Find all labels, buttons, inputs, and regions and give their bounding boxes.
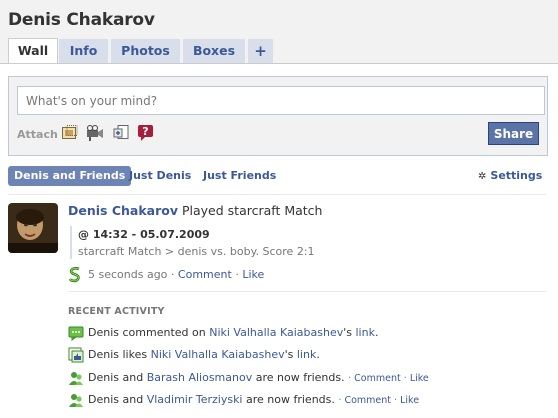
filter-denis-and-friends[interactable]: Denis and Friends <box>8 166 132 186</box>
dot-separator: · <box>170 268 175 281</box>
settings-link[interactable]: ✲ Settings <box>478 166 542 186</box>
story-attachment-body: starcraft Match > denis vs. boby. Score … <box>78 245 315 258</box>
story-meta: 5 seconds ago · Comment · Like <box>68 266 264 284</box>
avatar[interactable] <box>8 203 58 253</box>
question-icon[interactable]: ? <box>137 124 155 142</box>
dot-separator: · <box>403 373 407 384</box>
activity-verb: likes <box>122 348 148 361</box>
activity-object-link[interactable]: link <box>355 326 374 339</box>
activity-target-link[interactable]: Niki Valhalla Kaiabashev <box>209 326 343 339</box>
filter-just-denis[interactable]: Just Denis <box>129 166 191 186</box>
activity-object-link[interactable]: link <box>297 348 316 361</box>
story-action: Played starcraft Match <box>181 203 323 218</box>
activity-text: are now friends. <box>255 371 345 384</box>
dot-separator: · <box>394 395 398 406</box>
activity-possessive: 's <box>343 326 352 339</box>
activity-actions: · Comment · Like <box>338 395 419 406</box>
activity-like-link[interactable]: Like <box>400 395 419 406</box>
video-icon[interactable] <box>86 124 104 142</box>
starcraft-app-icon <box>68 267 80 283</box>
activity-end: . <box>374 326 379 339</box>
story-actor-link[interactable]: Denis Chakarov <box>68 203 178 218</box>
filter-just-friends[interactable]: Just Friends <box>203 166 276 186</box>
activity-possessive: 's <box>284 348 294 361</box>
activity-comment-link[interactable]: Comment <box>344 395 391 406</box>
svg-text:?: ? <box>142 125 148 138</box>
quote-bar <box>70 226 72 259</box>
activity-verb: commented on <box>122 326 206 339</box>
like-icon <box>68 347 84 363</box>
dot-separator: · <box>348 373 352 384</box>
comment-icon <box>68 326 84 341</box>
share-button[interactable]: Share <box>488 122 539 145</box>
activity-actions: · Comment · Like <box>348 373 429 384</box>
story-like-link[interactable]: Like <box>242 268 264 281</box>
tab-boxes[interactable]: Boxes <box>183 39 245 63</box>
link-icon[interactable] <box>112 124 130 142</box>
activity-text: are now friends. <box>246 393 335 406</box>
divider <box>8 194 546 195</box>
story-title: Denis Chakarov Played starcraft Match <box>68 203 322 218</box>
tab-wall[interactable]: Wall <box>8 38 58 64</box>
activity-item: Denis and Barash Aliosmanov are now frie… <box>68 370 429 386</box>
activity-actor: Denis <box>88 371 119 384</box>
activity-verb: and <box>122 371 144 384</box>
activity-item: Denis and Vladimir Terziyski are now fri… <box>68 392 419 408</box>
activity-like-link[interactable]: Like <box>410 373 429 384</box>
tab-info[interactable]: Info <box>59 39 108 63</box>
gear-icon: ✲ <box>478 171 487 182</box>
activity-end: . <box>316 348 320 361</box>
recent-activity-title: RECENT ACTIVITY <box>68 306 165 317</box>
profile-name: Denis Chakarov <box>8 10 155 30</box>
story-comment-link[interactable]: Comment <box>178 268 232 281</box>
activity-actor: Denis <box>88 348 119 361</box>
photo-icon[interactable] <box>61 124 79 142</box>
attach-label: Attach <box>17 128 58 141</box>
tabs-divider <box>0 63 558 64</box>
activity-item: Denis commented on Niki Valhalla Kaiabas… <box>68 325 378 341</box>
activity-item: Denis likes Niki Valhalla Kaiabashev's l… <box>68 347 320 363</box>
tab-add[interactable]: + <box>248 39 273 63</box>
divider <box>68 291 546 292</box>
story-attachment-title: @ 14:32 - 05.07.2009 <box>78 228 210 241</box>
activity-actor: Denis <box>88 393 119 406</box>
tab-photos[interactable]: Photos <box>111 39 180 63</box>
dot-separator: · <box>235 268 239 281</box>
friends-icon <box>69 372 83 385</box>
publisher: Attach ? Share <box>8 76 548 156</box>
activity-comment-link[interactable]: Comment <box>354 373 401 384</box>
story-time: 5 seconds ago <box>88 268 168 281</box>
activity-target-link[interactable]: Niki Valhalla Kaiabashev <box>151 348 285 361</box>
friends-icon <box>69 394 83 407</box>
status-input[interactable] <box>17 86 545 115</box>
dot-separator: · <box>338 395 342 406</box>
settings-label: Settings <box>490 169 543 182</box>
activity-target-link[interactable]: Vladimir Terziyski <box>147 393 243 406</box>
activity-target-link[interactable]: Barash Aliosmanov <box>147 371 253 384</box>
activity-actor: Denis <box>88 326 119 339</box>
activity-verb: and <box>122 393 144 406</box>
